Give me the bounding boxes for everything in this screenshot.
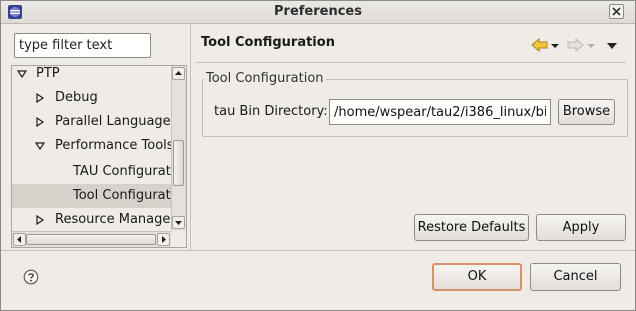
page-title: Tool Configuration (201, 35, 335, 50)
ok-button[interactable]: OK (432, 263, 522, 291)
scroll-down-button[interactable] (172, 216, 185, 229)
tree-vertical-scrollbar[interactable] (171, 66, 186, 231)
tree-item-tool-configuration[interactable]: Tool Configuration (12, 184, 171, 208)
preference-tree: PTP Debug Parallel Language Performance … (11, 65, 187, 248)
tree-item-label: Resource Manager (55, 212, 171, 227)
collapsed-arrow-icon (36, 215, 45, 225)
expanded-arrow-icon (17, 70, 27, 79)
window-title: Preferences (274, 4, 362, 19)
scroll-thumb[interactable] (173, 140, 184, 186)
tree-item-ptp[interactable]: PTP (12, 66, 171, 86)
title-bar: Preferences (1, 1, 635, 24)
view-menu-icon[interactable] (607, 43, 617, 49)
group-label: Tool Configuration (204, 71, 326, 86)
scroll-up-button[interactable] (172, 67, 185, 80)
footer-separator (1, 250, 635, 251)
tau-bin-directory-input[interactable] (329, 99, 551, 125)
horizontal-scroll-thumb[interactable] (26, 234, 156, 245)
help-icon[interactable] (23, 269, 39, 285)
preferences-window: Preferences PTP Debug Parallel Language … (0, 0, 636, 311)
expanded-arrow-icon (35, 142, 45, 151)
restore-defaults-button[interactable]: Restore Defaults (414, 214, 529, 241)
tree-item-label: Tool Configuration (73, 188, 171, 203)
scroll-left-button[interactable] (13, 233, 26, 246)
right-arrow-icon (162, 236, 166, 243)
tree-item-label: Performance Tools (55, 138, 171, 153)
down-arrow-icon (175, 221, 182, 225)
browse-button[interactable]: Browse (558, 99, 615, 125)
filter-input[interactable] (14, 33, 151, 58)
tree-item-tau-configuration[interactable]: TAU Configuration (12, 160, 171, 184)
apply-button[interactable]: Apply (536, 214, 626, 241)
tau-bin-directory-label: tau Bin Directory: (214, 104, 328, 119)
close-icon (612, 7, 621, 16)
collapsed-arrow-icon (36, 93, 45, 103)
pane-divider[interactable] (190, 23, 191, 250)
scroll-right-button[interactable] (157, 233, 170, 246)
tree-item-resource-manager[interactable]: Resource Manager (12, 208, 171, 232)
left-arrow-icon (17, 236, 21, 243)
cancel-button[interactable]: Cancel (530, 263, 621, 291)
collapsed-arrow-icon (36, 117, 45, 127)
tree-item-debug[interactable]: Debug (12, 86, 171, 110)
tree-item-parallel-language[interactable]: Parallel Language (12, 110, 171, 134)
header-separator (196, 62, 626, 63)
up-arrow-icon (175, 71, 182, 75)
forward-arrow-icon[interactable] (567, 38, 597, 52)
tree-item-label: PTP (36, 66, 60, 81)
tree-item-performance-tools[interactable]: Performance Tools (12, 134, 171, 158)
back-arrow-icon[interactable] (531, 38, 561, 52)
close-button[interactable] (609, 4, 624, 19)
tree-item-label: Debug (55, 90, 98, 105)
tree-item-label: TAU Configuration (73, 164, 171, 179)
tree-item-label: Parallel Language (55, 114, 171, 129)
tree-horizontal-scrollbar[interactable] (12, 231, 171, 247)
